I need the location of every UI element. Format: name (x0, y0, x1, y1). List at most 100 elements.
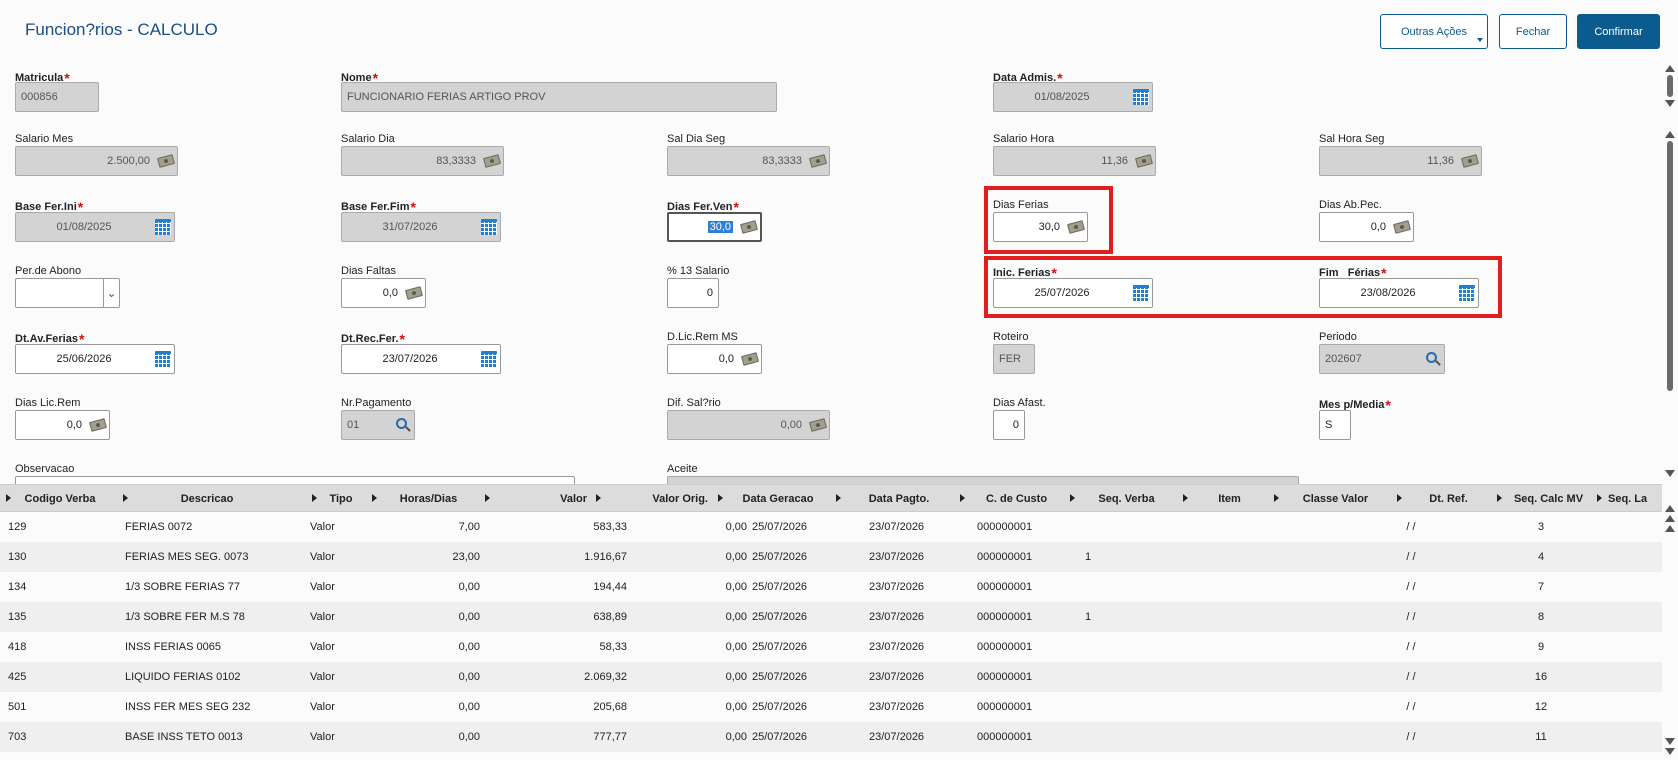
sort-arrow-icon[interactable] (372, 494, 377, 502)
form-scrollbar-top[interactable] (1664, 62, 1676, 110)
sort-arrow-icon[interactable] (960, 494, 965, 502)
table-row[interactable]: 134 1/3 SOBRE FERIAS 77 Valor 0,00 194,44 0,0… (0, 572, 1662, 602)
mes-p-media-field[interactable]: S (1319, 410, 1351, 440)
calendar-icon[interactable] (478, 345, 500, 373)
base-fer-fim-field[interactable]: 31/07/2026 (341, 212, 501, 242)
scroll-up-icon[interactable] (1665, 515, 1675, 522)
cell-horas-dias: 0,00 (458, 731, 480, 743)
column-header-seq-la[interactable]: Seq. La (1597, 485, 1662, 513)
sort-arrow-icon[interactable] (312, 494, 317, 502)
salario-hora-field[interactable]: 11,36 (993, 146, 1156, 176)
scroll-down-icon[interactable] (1665, 738, 1675, 745)
pct-13-field[interactable]: 0 (667, 278, 719, 308)
scroll-top-icon[interactable] (1665, 505, 1675, 512)
dias-afast-field[interactable]: 0 (993, 410, 1025, 440)
cell-codigo-verba: 135 (8, 611, 27, 623)
sort-arrow-icon[interactable] (718, 494, 723, 502)
sort-arrow-icon[interactable] (1397, 494, 1402, 502)
dt-av-ferias-field[interactable]: 25/06/2026 (15, 344, 175, 374)
table-row[interactable]: 135 1/3 SOBRE FER M.S 78 Valor 0,00 638,89 0,… (0, 602, 1662, 632)
calendar-icon[interactable] (152, 345, 174, 373)
column-header-seq-calc-mv[interactable]: Seq. Calc MV (1497, 485, 1592, 513)
column-header-horas-dias[interactable]: Horas/Dias (372, 485, 477, 513)
column-header-descricao[interactable]: Descricao (123, 485, 283, 513)
periodo-field[interactable]: 202607 (1319, 344, 1445, 374)
dias-faltas-field[interactable]: 0,0 (341, 278, 426, 308)
per-abono-select[interactable]: ⌄ (15, 278, 120, 308)
inic-ferias-field[interactable]: 25/07/2026 (993, 278, 1153, 308)
sal-dia-seg-field[interactable]: 83,3333 (667, 146, 830, 176)
dias-fer-ven-field[interactable]: 30,0 (667, 212, 762, 242)
sort-arrow-icon[interactable] (1497, 494, 1502, 502)
column-header-c-de-custo[interactable]: C. de Custo (960, 485, 1065, 513)
calendar-icon[interactable] (1130, 83, 1152, 111)
column-header-dt-ref[interactable]: Dt. Ref. (1397, 485, 1492, 513)
table-row[interactable]: 129 FERIAS 0072 Valor 7,00 583,33 0,00 25/07/2… (0, 512, 1662, 542)
cell-descricao: FERIAS MES SEG. 0073 (125, 551, 249, 563)
fim-ferias-field[interactable]: 23/08/2026 (1319, 278, 1479, 308)
salario-dia-field[interactable]: 83,3333 (341, 146, 504, 176)
nr-pagamento-field[interactable]: 01 (341, 410, 415, 440)
table-row[interactable]: 130 FERIAS MES SEG. 0073 Valor 23,00 1.916,6… (0, 542, 1662, 572)
outras-acoes-button[interactable]: Outras Ações (1380, 14, 1488, 49)
scroll-thumb[interactable] (1667, 141, 1673, 391)
cell-tipo: Valor (310, 521, 335, 533)
sort-arrow-icon[interactable] (1070, 494, 1075, 502)
data-admis-field[interactable]: 01/08/2025 (993, 82, 1153, 112)
search-icon[interactable] (1422, 345, 1444, 373)
column-header-item[interactable]: Item (1183, 485, 1268, 513)
sort-arrow-icon[interactable] (485, 494, 490, 502)
scroll-down-icon[interactable] (1665, 100, 1675, 107)
confirmar-button[interactable]: Confirmar (1577, 14, 1660, 49)
money-icon (1065, 213, 1087, 241)
nome-field[interactable]: FUNCIONARIO FERIAS ARTIGO PROV (341, 82, 777, 112)
sal-hora-seg-field[interactable]: 11,36 (1319, 146, 1482, 176)
table-row[interactable]: 418 INSS FERIAS 0065 Valor 0,00 58,33 0,00 25/… (0, 632, 1662, 662)
d-lic-rem-ms-field[interactable]: 0,0 (667, 344, 762, 374)
calendar-icon[interactable] (478, 213, 500, 241)
calendar-icon[interactable] (1456, 279, 1478, 307)
chevron-down-icon[interactable]: ⌄ (103, 279, 119, 307)
search-icon[interactable] (392, 411, 414, 439)
dt-rec-fer-field[interactable]: 23/07/2026 (341, 344, 501, 374)
scroll-up-icon[interactable] (1665, 65, 1675, 72)
sort-arrow-icon[interactable] (6, 494, 11, 502)
calendar-icon[interactable] (1130, 279, 1152, 307)
grid-scrollbar[interactable] (1664, 502, 1676, 758)
scroll-page-up-icon[interactable] (1665, 525, 1675, 532)
fechar-button[interactable]: Fechar (1499, 14, 1567, 49)
matricula-field[interactable]: 000856 (15, 82, 99, 112)
column-header-data-geracao[interactable]: Data Geracao (718, 485, 830, 513)
dias-ab-pec-field[interactable]: 0,0 (1319, 212, 1414, 242)
scroll-up-icon[interactable] (1665, 131, 1675, 138)
dias-lic-rem-field[interactable]: 0,0 (15, 410, 110, 440)
table-row[interactable]: 703 BASE INSS TETO 0013 Valor 0,00 777,77 0,0… (0, 722, 1662, 752)
form-scrollbar[interactable] (1664, 128, 1676, 480)
roteiro-field[interactable]: FER (993, 344, 1035, 374)
column-header-valor[interactable]: Valor (485, 485, 590, 513)
table-row[interactable]: 425 LIQUIDO FERIAS 0102 Valor 0,00 2.069,32 0… (0, 662, 1662, 692)
column-header-seq-verba[interactable]: Seq. Verba (1070, 485, 1175, 513)
sort-arrow-icon[interactable] (1597, 494, 1602, 502)
sort-arrow-icon[interactable] (1274, 494, 1279, 502)
scroll-bottom-icon[interactable] (1665, 748, 1675, 755)
sort-arrow-icon[interactable] (123, 494, 128, 502)
outras-acoes-label: Outras Ações (1400, 25, 1468, 38)
salario-mes-field[interactable]: 2.500,00 (15, 146, 178, 176)
column-header-tipo[interactable]: Tipo (312, 485, 362, 513)
sort-arrow-icon[interactable] (596, 494, 601, 502)
base-fer-ini-field[interactable]: 01/08/2025 (15, 212, 175, 242)
sort-arrow-icon[interactable] (1183, 494, 1188, 502)
column-header-codigo-verba[interactable]: Codigo Verba (6, 485, 106, 513)
column-header-data-pagto[interactable]: Data Pagto. (836, 485, 954, 513)
sort-arrow-icon[interactable] (836, 494, 841, 502)
dias-ferias-field[interactable]: 30,0 (993, 212, 1088, 242)
scroll-down-icon[interactable] (1665, 470, 1675, 477)
table-row[interactable]: 501 INSS FER MES SEG 232 Valor 0,00 205,68 0,… (0, 692, 1662, 722)
column-header-valor-orig[interactable]: Valor Orig. (596, 485, 711, 513)
scroll-thumb[interactable] (1667, 75, 1673, 97)
column-header-label: C. de Custo (985, 493, 1048, 505)
dif-salario-field[interactable]: 0,00 (667, 410, 830, 440)
column-header-classe-valor[interactable]: Classe Valor (1274, 485, 1389, 513)
calendar-icon[interactable] (152, 213, 174, 241)
